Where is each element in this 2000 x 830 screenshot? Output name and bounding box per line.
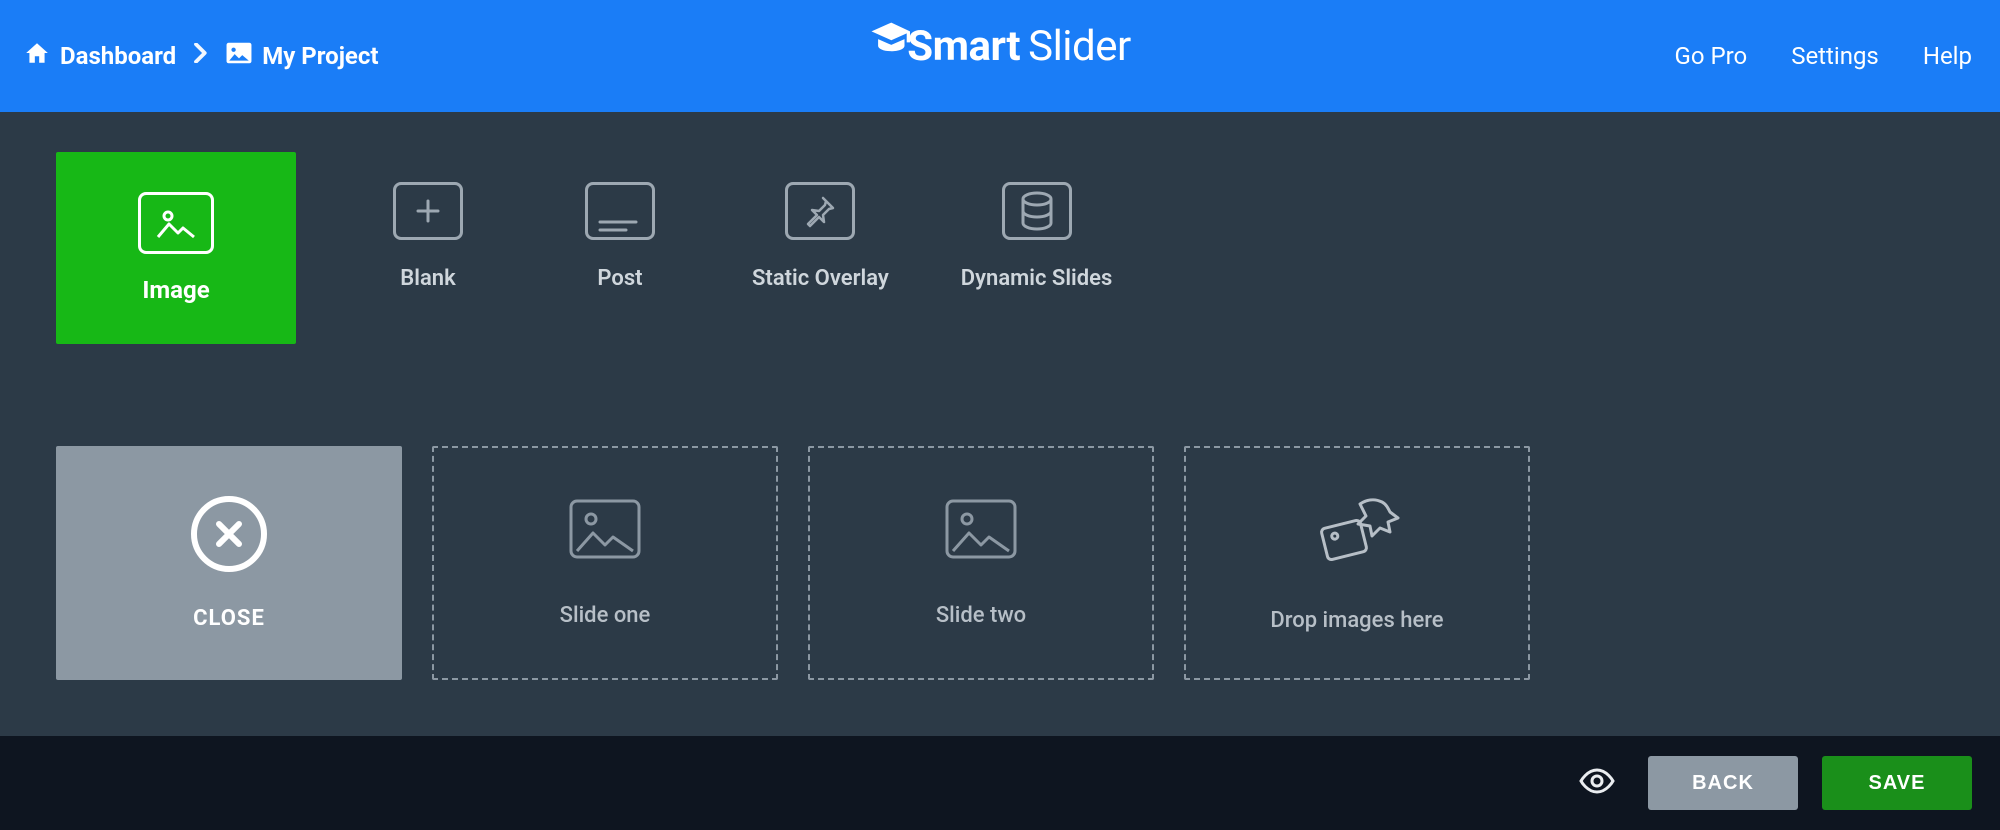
app-logo: Smart Slider: [869, 26, 1130, 68]
drop-zone[interactable]: Drop images here: [1184, 446, 1530, 680]
slides-row: CLOSE Slide one Slide two Drop images: [56, 446, 2000, 680]
image-icon: [226, 41, 252, 71]
breadcrumb-dashboard-label: Dashboard: [60, 42, 176, 70]
eye-icon: [1578, 767, 1616, 799]
image-icon: [138, 192, 214, 254]
nav-settings[interactable]: Settings: [1791, 42, 1879, 70]
chevron-right-icon: [194, 43, 208, 69]
breadcrumb-project[interactable]: My Project: [226, 41, 378, 71]
breadcrumb: Dashboard My Project: [24, 40, 379, 72]
slide-type-blank[interactable]: Blank: [368, 152, 488, 291]
post-icon: [585, 182, 655, 240]
logo-text-1: Smart: [907, 26, 1020, 68]
slide-type-image[interactable]: Image: [56, 152, 296, 344]
slide-type-label: Blank: [400, 266, 455, 291]
close-card[interactable]: CLOSE: [56, 446, 402, 680]
logo-text-2: Slider: [1028, 26, 1131, 68]
slide-card-one[interactable]: Slide one: [432, 446, 778, 680]
image-icon: [569, 499, 641, 563]
main-panel: Image Blank Post Static Overlay Dynamic: [0, 112, 2000, 736]
drop-images-icon: [1302, 494, 1412, 568]
plus-icon: [393, 182, 463, 240]
slide-type-label: Dynamic Slides: [961, 266, 1113, 291]
save-button[interactable]: SAVE: [1822, 756, 1972, 810]
slide-type-label: Image: [142, 276, 209, 304]
top-header: Dashboard My Project Smart Slider Go Pro…: [0, 0, 2000, 112]
image-icon: [945, 499, 1017, 563]
pin-icon: [785, 182, 855, 240]
footer-bar: BACK SAVE: [0, 736, 2000, 830]
close-circle-icon: [191, 496, 267, 572]
database-icon: [1002, 182, 1072, 240]
slide-card-label: Slide one: [560, 603, 651, 628]
nav-go-pro[interactable]: Go Pro: [1674, 42, 1747, 70]
close-label: CLOSE: [193, 606, 265, 631]
home-icon: [24, 40, 50, 72]
slide-card-two[interactable]: Slide two: [808, 446, 1154, 680]
breadcrumb-dashboard[interactable]: Dashboard: [24, 40, 176, 72]
nav-help[interactable]: Help: [1923, 42, 1972, 70]
slide-card-label: Slide two: [936, 603, 1026, 628]
slide-type-static-overlay[interactable]: Static Overlay: [752, 152, 889, 291]
slide-type-row: Image Blank Post Static Overlay Dynamic: [56, 152, 2000, 344]
preview-button[interactable]: [1570, 759, 1624, 807]
back-button[interactable]: BACK: [1648, 756, 1798, 810]
slide-type-post[interactable]: Post: [560, 152, 680, 291]
slide-type-label: Static Overlay: [752, 266, 889, 291]
breadcrumb-project-label: My Project: [262, 42, 378, 70]
slide-type-label: Post: [597, 266, 642, 291]
header-nav: Go Pro Settings Help: [1674, 42, 1972, 70]
drop-zone-label: Drop images here: [1270, 608, 1443, 633]
slide-type-dynamic-slides[interactable]: Dynamic Slides: [961, 152, 1113, 291]
